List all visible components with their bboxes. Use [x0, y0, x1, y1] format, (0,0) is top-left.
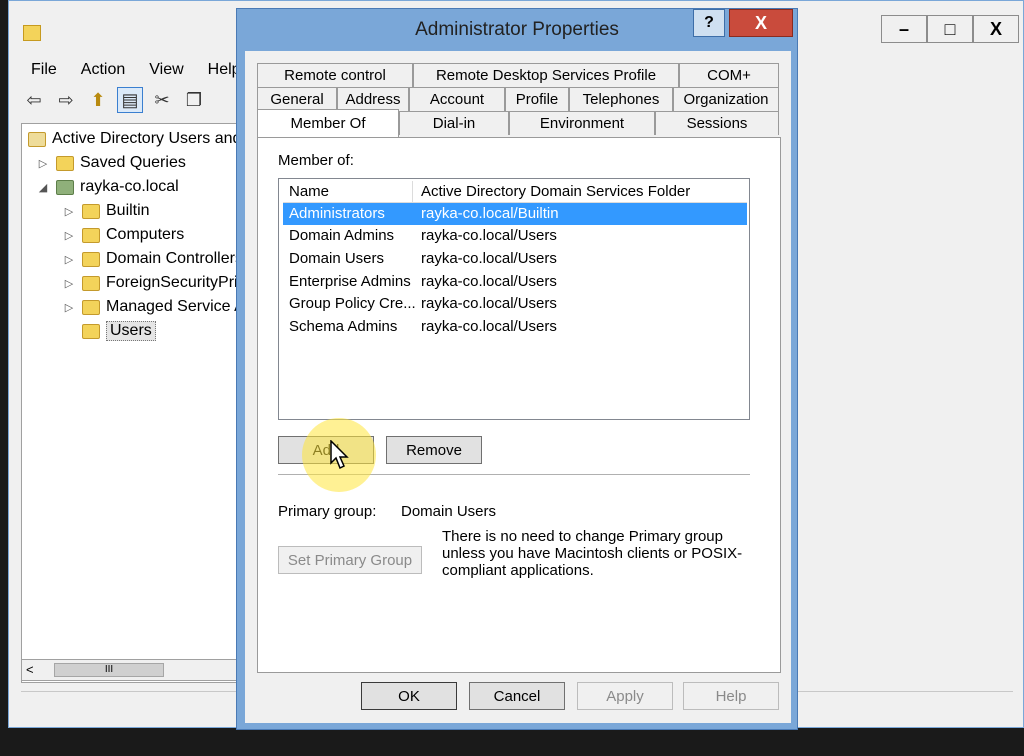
- copy-icon[interactable]: ❐: [181, 87, 207, 113]
- member-of-list[interactable]: Name Active Directory Domain Services Fo…: [278, 178, 750, 420]
- tree-item-users[interactable]: Users: [82, 320, 156, 342]
- tab-environment[interactable]: Environment: [509, 111, 655, 135]
- dialog-body: Remote control Remote Desktop Services P…: [245, 51, 791, 723]
- tree-item-domain-controllers[interactable]: ▷ Domain Controllers: [62, 248, 243, 270]
- tab-account[interactable]: Account: [409, 87, 505, 111]
- folder-icon: [82, 323, 100, 339]
- remove-button[interactable]: Remove: [386, 436, 482, 464]
- folder-icon: [82, 275, 100, 291]
- close-window-button[interactable]: X: [973, 15, 1019, 43]
- list-item[interactable]: Domain Users rayka-co.local/Users: [283, 248, 747, 270]
- ok-button[interactable]: OK: [361, 682, 457, 710]
- help-button[interactable]: Help: [683, 682, 779, 710]
- scroll-left-icon[interactable]: <: [26, 662, 34, 677]
- tree-item-managed-service[interactable]: ▷ Managed Service A: [62, 296, 245, 318]
- collapse-icon[interactable]: ◢: [36, 181, 50, 194]
- set-primary-group-button[interactable]: Set Primary Group: [278, 546, 422, 574]
- tab-address[interactable]: Address: [337, 87, 409, 111]
- folder-icon: [56, 155, 74, 171]
- tree-item-domain[interactable]: ◢ rayka-co.local: [36, 176, 179, 198]
- tree-item-computers[interactable]: ▷ Computers: [62, 224, 184, 246]
- folder-icon: [82, 251, 100, 267]
- tab-profile[interactable]: Profile: [505, 87, 569, 111]
- tab-telephones[interactable]: Telephones: [569, 87, 673, 111]
- back-arrow-icon[interactable]: ⇦: [21, 87, 47, 113]
- toolbar: ⇦ ⇨ ⬆ ▤ ✂ ❐: [21, 87, 207, 113]
- show-console-tree-icon[interactable]: ▤: [117, 87, 143, 113]
- tab-member-of[interactable]: Member Of: [257, 109, 399, 137]
- horizontal-scrollbar[interactable]: < III: [21, 659, 251, 681]
- tree-item-saved-queries[interactable]: ▷ Saved Queries: [36, 152, 186, 174]
- folder-icon: [82, 227, 100, 243]
- list-item[interactable]: Schema Admins rayka-co.local/Users: [283, 316, 747, 338]
- tree-item-builtin[interactable]: ▷ Builtin: [62, 200, 150, 222]
- menu-action[interactable]: Action: [69, 61, 137, 79]
- expand-icon[interactable]: ▷: [62, 301, 76, 314]
- primary-group-note: There is no need to change Primary group…: [442, 528, 743, 579]
- domain-icon: [56, 179, 74, 195]
- tab-organization[interactable]: Organization: [673, 87, 779, 111]
- tree-item-root[interactable]: Active Directory Users and: [28, 128, 241, 150]
- folder-icon: [82, 203, 100, 219]
- mouse-pointer-icon: [330, 440, 349, 470]
- maximize-button[interactable]: □: [927, 15, 973, 43]
- list-item[interactable]: Domain Admins rayka-co.local/Users: [283, 225, 747, 247]
- list-header: Name Active Directory Domain Services Fo…: [283, 181, 747, 203]
- menu-bar: File Action View Help: [19, 61, 253, 79]
- expand-icon[interactable]: ▷: [62, 253, 76, 266]
- expand-icon[interactable]: ▷: [36, 157, 50, 170]
- primary-group-label: Primary group:: [278, 503, 377, 520]
- tab-com-plus[interactable]: COM+: [679, 63, 779, 87]
- cut-icon[interactable]: ✂: [149, 87, 175, 113]
- tree-item-foreign-security[interactable]: ▷ ForeignSecurityPrin: [62, 272, 247, 294]
- apply-button[interactable]: Apply: [577, 682, 673, 710]
- member-of-panel: Member of: Name Active Directory Domain …: [257, 137, 781, 673]
- close-icon[interactable]: X: [729, 9, 793, 37]
- properties-dialog: Administrator Properties ? X Remote cont…: [236, 8, 798, 730]
- tab-dial-in[interactable]: Dial-in: [399, 111, 509, 135]
- list-item[interactable]: Enterprise Admins rayka-co.local/Users: [283, 271, 747, 293]
- list-item[interactable]: Administrators rayka-co.local/Builtin: [283, 203, 747, 225]
- minimize-button[interactable]: –: [881, 15, 927, 43]
- list-item[interactable]: Group Policy Cre... rayka-co.local/Users: [283, 293, 747, 315]
- forward-arrow-icon[interactable]: ⇨: [53, 87, 79, 113]
- primary-group-value: Domain Users: [401, 503, 497, 520]
- scroll-thumb[interactable]: III: [54, 663, 164, 677]
- tab-sessions[interactable]: Sessions: [655, 111, 779, 135]
- menu-file[interactable]: File: [19, 61, 69, 79]
- console-tree: Active Directory Users and ▷ Saved Queri…: [21, 123, 251, 683]
- column-header-folder[interactable]: Active Directory Domain Services Folder: [415, 181, 747, 203]
- window-controls: – □ X: [881, 15, 1019, 43]
- menu-view[interactable]: View: [137, 61, 195, 79]
- expand-icon[interactable]: ▷: [62, 229, 76, 242]
- directory-icon: [28, 131, 46, 147]
- expand-icon[interactable]: ▷: [62, 277, 76, 290]
- folder-icon: [82, 299, 100, 315]
- expand-icon[interactable]: ▷: [62, 205, 76, 218]
- tab-remote-desktop-services-profile[interactable]: Remote Desktop Services Profile: [413, 63, 679, 87]
- column-header-name[interactable]: Name: [283, 181, 413, 203]
- member-of-label: Member of:: [278, 152, 354, 169]
- up-folder-icon[interactable]: ⬆: [85, 87, 111, 113]
- tab-general[interactable]: General: [257, 87, 337, 111]
- cancel-button[interactable]: Cancel: [469, 682, 565, 710]
- tab-remote-control[interactable]: Remote control: [257, 63, 413, 87]
- app-icon: [23, 25, 41, 41]
- help-icon[interactable]: ?: [693, 9, 725, 37]
